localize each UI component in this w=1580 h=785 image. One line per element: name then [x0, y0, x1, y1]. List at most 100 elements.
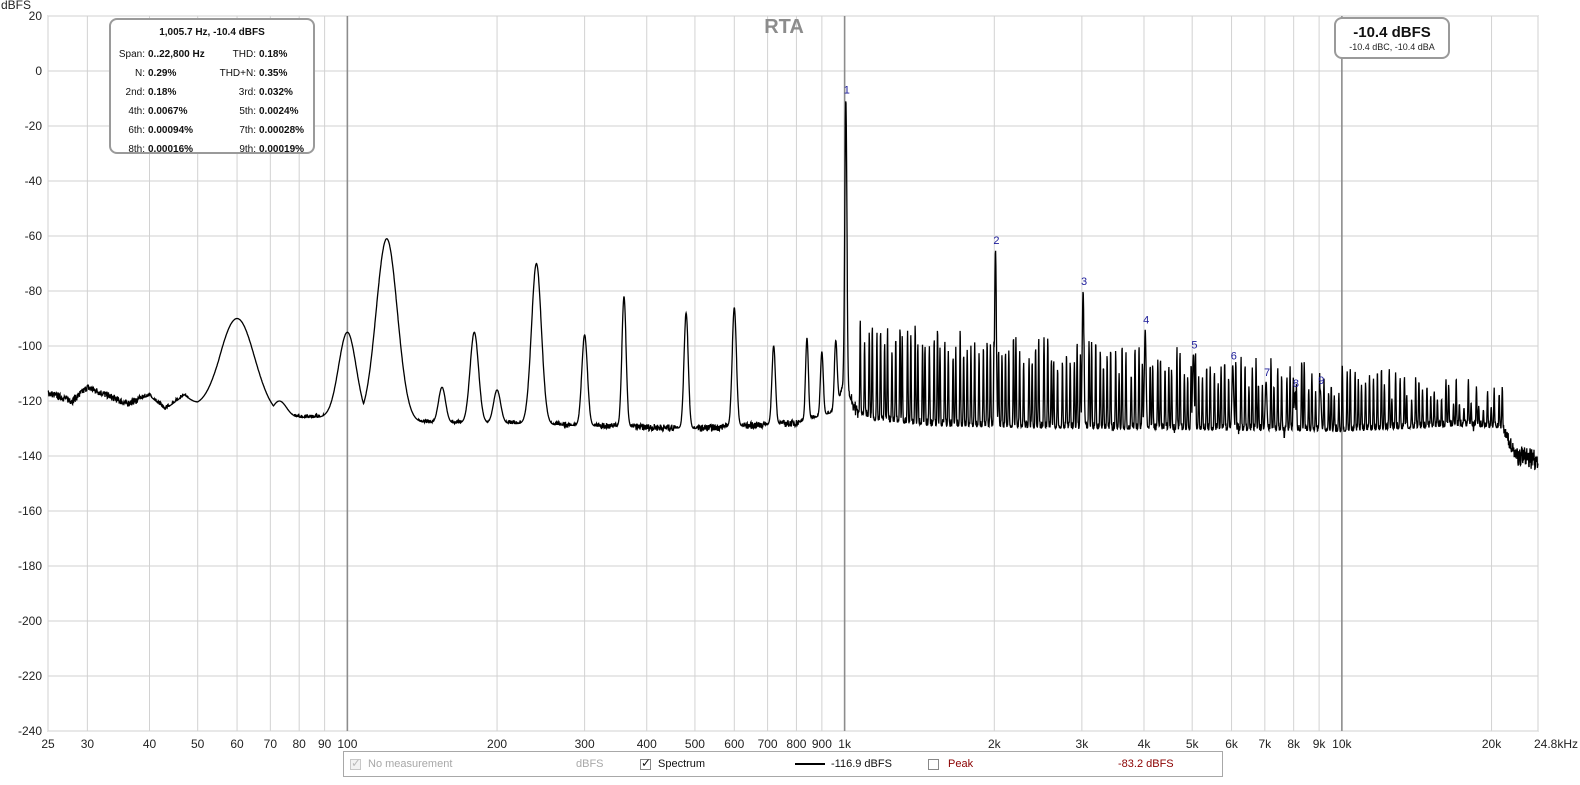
x-tick-label: 8k	[1287, 737, 1301, 751]
harmonic-label: 8	[1293, 378, 1299, 390]
info-v2: 0.00028%	[259, 125, 305, 136]
y-axis-ticks: 200-20-40-60-80-100-120-140-160-180-200-…	[18, 9, 42, 738]
no-measurement-label: No measurement	[368, 758, 453, 770]
harmonic-label: 1	[844, 85, 850, 97]
info-l2: 7th:	[239, 125, 256, 136]
x-tick-label: 400	[637, 737, 657, 751]
y-tick-label: -40	[25, 174, 43, 188]
x-tick-label: 500	[685, 737, 705, 751]
info-box-header: 1,005.7 Hz, -10.4 dBFS	[159, 27, 265, 38]
x-tick-label: 5k	[1186, 737, 1200, 751]
x-tick-label: 1k	[838, 737, 852, 751]
y-tick-label: -200	[18, 614, 42, 628]
x-tick-label: 30	[81, 737, 95, 751]
x-tick-label: 900	[812, 737, 832, 751]
x-tick-label: 60	[230, 737, 244, 751]
x-tick-label: 4k	[1138, 737, 1152, 751]
legend-peak[interactable]: Peak	[928, 758, 973, 770]
info-v1: 0.0067%	[148, 106, 188, 117]
spectrum-label: Spectrum	[658, 758, 706, 770]
info-v2: 0.0024%	[259, 106, 299, 117]
info-v1: 0.00016%	[148, 144, 194, 155]
legend-bar: No measurement dBFS Spectrum -116.9 dBFS…	[343, 751, 1223, 777]
harmonic-label: 4	[1143, 315, 1149, 327]
x-tick-label: 90	[318, 737, 332, 751]
x-tick-label: 70	[264, 737, 278, 751]
y-tick-label: -220	[18, 669, 42, 683]
info-v1: 0.29%	[148, 68, 177, 79]
harmonic-label: 2	[993, 235, 999, 247]
x-tick-label: 9k	[1313, 737, 1327, 751]
info-l1: Span:	[118, 49, 145, 60]
level-weighted-values: -10.4 dBC, -10.4 dBA	[1349, 42, 1435, 52]
y-tick-label: -180	[18, 559, 42, 573]
y-tick-label: -160	[18, 504, 42, 518]
info-v2: 0.032%	[259, 87, 293, 98]
y-tick-label: -240	[18, 724, 42, 738]
info-l1: 2nd:	[125, 87, 145, 98]
x-tick-label: 3k	[1076, 737, 1090, 751]
chart-title: RTA	[764, 16, 804, 38]
legend-spectrum[interactable]: Spectrum	[640, 756, 706, 770]
x-tick-label: 40	[143, 737, 157, 751]
info-row: N: 0.29% THD+N: 0.35%	[111, 64, 313, 83]
info-l1: 6th:	[128, 125, 145, 136]
y-axis-label: dBFS	[1, 0, 31, 12]
y-tick-label: 0	[35, 64, 42, 78]
peak-checkbox[interactable]	[928, 758, 939, 770]
no-measurement-checkbox[interactable]	[350, 756, 361, 770]
info-l1: 8th:	[128, 144, 145, 155]
y-tick-label: -80	[25, 284, 43, 298]
info-v1: 0.00094%	[148, 125, 194, 136]
info-v2: 0.00019%	[259, 144, 305, 155]
y-tick-label: -20	[25, 119, 43, 133]
info-row: 6th: 0.00094% 7th: 0.00028%	[111, 121, 313, 140]
no-measurement-unit: dBFS	[576, 758, 604, 770]
info-l2: 3rd:	[238, 87, 256, 98]
info-v2: 0.35%	[259, 68, 288, 79]
info-row: Span: 0..22,800 Hz THD: 0.18%	[111, 45, 313, 64]
y-tick-label: -60	[25, 229, 43, 243]
level-readout-box[interactable]: -10.4 dBFS -10.4 dBC, -10.4 dBA	[1334, 17, 1450, 59]
spectrum-value: -116.9 dBFS	[831, 758, 892, 770]
info-l2: 9th:	[239, 144, 256, 155]
harmonic-label: 7	[1264, 367, 1270, 379]
info-v2: 0.18%	[259, 49, 288, 60]
x-tick-label: 6k	[1225, 737, 1239, 751]
x-tick-label: 300	[575, 737, 595, 751]
x-tick-label: 10k	[1332, 737, 1352, 751]
legend-no-measurement[interactable]: No measurement	[350, 756, 453, 770]
x-tick-label: 25	[41, 737, 55, 751]
info-row: 8th: 0.00016% 9th: 0.00019%	[111, 140, 313, 159]
x-tick-label: 2k	[988, 737, 1002, 751]
peak-value: -83.2 dBFS	[1118, 758, 1174, 770]
spectrum-line-swatch	[795, 763, 825, 765]
x-tick-label: 24.8kHz	[1534, 737, 1578, 751]
x-tick-label: 50	[191, 737, 205, 751]
info-l2: THD:	[232, 49, 256, 60]
x-tick-label: 100	[337, 737, 357, 751]
x-tick-label: 7k	[1258, 737, 1272, 751]
level-main-value: -10.4 dBFS	[1353, 24, 1431, 41]
info-l1: N:	[135, 68, 145, 79]
info-l1: 4th:	[128, 106, 145, 117]
info-v1: 0..22,800 Hz	[148, 49, 205, 60]
spectrum-checkbox[interactable]	[640, 756, 651, 770]
x-tick-label: 80	[293, 737, 307, 751]
info-l2: THD+N:	[219, 68, 256, 79]
distortion-info-box[interactable]: 1,005.7 Hz, -10.4 dBFS Span: 0..22,800 Hz…	[109, 18, 315, 155]
y-tick-label: -120	[18, 394, 42, 408]
info-row: 4th: 0.0067% 5th: 0.0024%	[111, 102, 313, 121]
peak-label: Peak	[948, 758, 974, 770]
x-tick-label: 600	[724, 737, 744, 751]
x-tick-label: 700	[758, 737, 778, 751]
info-box-rows: Span: 0..22,800 Hz THD: 0.18% N: 0.29% THD+N: 0…	[111, 45, 313, 159]
y-tick-label: -100	[18, 339, 42, 353]
x-axis-ticks: 25 30 40 50 60 70 80 90 100 200 300 400 500 600 700 800…	[41, 737, 1578, 751]
harmonic-label: 6	[1231, 350, 1237, 362]
info-row: 2nd: 0.18% 3rd: 0.032%	[111, 83, 313, 102]
x-tick-label: 200	[487, 737, 507, 751]
x-tick-label: 20k	[1482, 737, 1502, 751]
x-tick-label: 800	[786, 737, 806, 751]
harmonic-label: 9	[1318, 375, 1324, 387]
